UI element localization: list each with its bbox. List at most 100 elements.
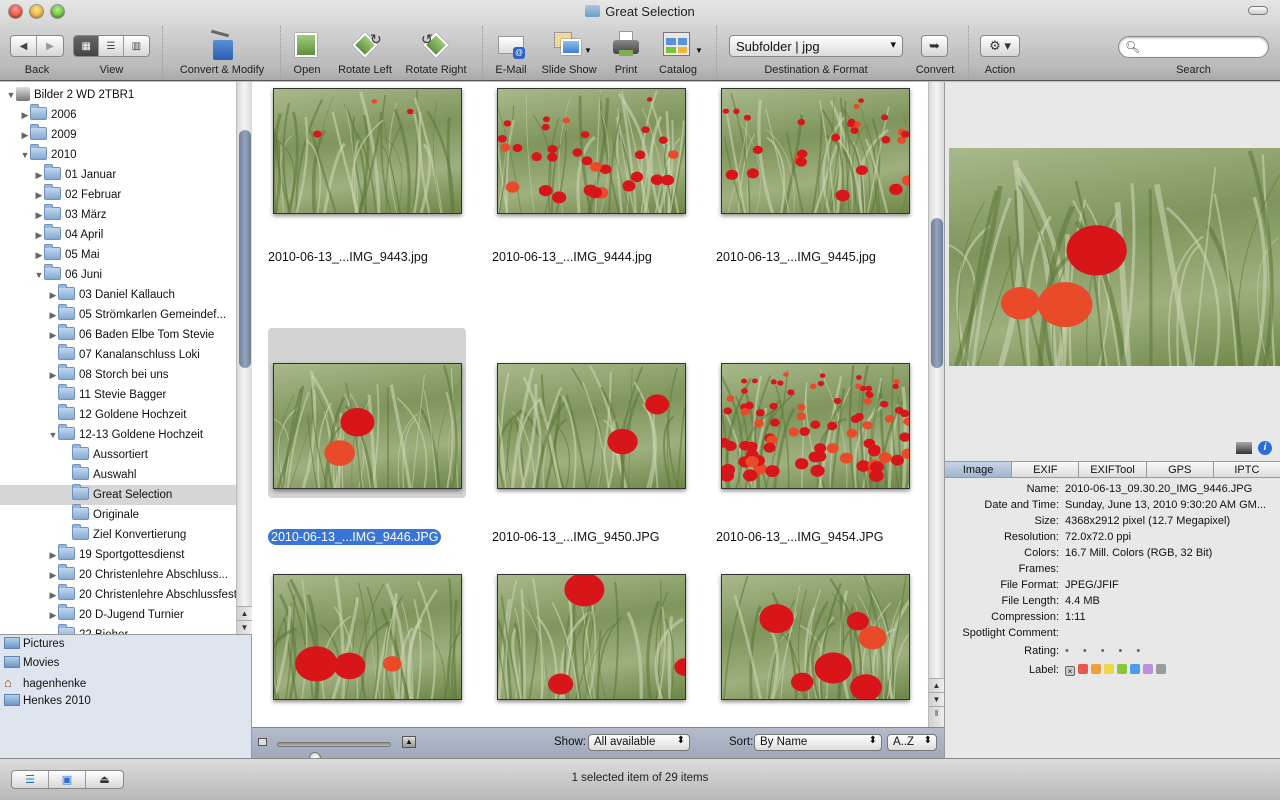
info-tab[interactable]: EXIFTool — [1079, 462, 1147, 477]
thumbnail-item[interactable]: 2010-06-13_...IMG_9454.JPG — [716, 328, 914, 544]
thumbnail-item[interactable] — [492, 574, 690, 727]
disclosure-triangle-icon[interactable]: ▼ — [20, 145, 30, 165]
tree-item[interactable]: 07 Kanalanschluss Loki — [0, 344, 251, 365]
view-list-button[interactable]: ☰ — [99, 36, 124, 56]
thumbnail-filename[interactable]: 2010-06-13_...IMG_9444.jpg — [492, 250, 712, 264]
thumbnail-image[interactable] — [721, 574, 910, 700]
tree-item[interactable]: Originale — [0, 504, 251, 525]
place-item[interactable]: Movies — [0, 654, 251, 673]
show-select[interactable]: All available — [588, 734, 690, 751]
disclosure-triangle-icon[interactable]: ▶ — [48, 605, 58, 625]
tree-item[interactable]: ▼ 06 Juni — [0, 264, 251, 285]
info-tab[interactable]: GPS — [1147, 462, 1214, 477]
tree-item[interactable]: Aussortiert — [0, 444, 251, 465]
tree-item[interactable]: ▶ 06 Baden Elbe Tom Stevie — [0, 324, 251, 345]
scroll-up-arrow[interactable]: ▲ — [237, 606, 252, 620]
tree-item[interactable]: 22 Bieher — [0, 624, 251, 634]
tree-item[interactable]: Great Selection — [0, 484, 251, 505]
tree-item[interactable]: ▼ 2010 — [0, 144, 251, 165]
label-color-swatch[interactable] — [1117, 664, 1127, 674]
open-button[interactable]: Open — [290, 30, 324, 76]
disclosure-triangle-icon[interactable]: ▶ — [20, 125, 30, 145]
place-item[interactable]: Henkes 2010 — [0, 692, 251, 711]
thumbnail-item[interactable] — [268, 574, 466, 727]
tree-item[interactable]: ▶ 02 Februar — [0, 184, 251, 205]
thumbnail-item[interactable]: 2010-06-13_...IMG_9445.jpg — [716, 82, 914, 264]
split-handle[interactable]: ‖ — [929, 706, 944, 727]
disclosure-triangle-icon[interactable]: ▶ — [48, 305, 58, 325]
tree-item[interactable]: ▶ 05 Mai — [0, 244, 251, 265]
thumbnail-image[interactable] — [497, 574, 686, 700]
tree-item[interactable]: ▶ 03 Daniel Kallauch — [0, 284, 251, 305]
forward-button[interactable]: ▶ — [37, 36, 63, 56]
thumbnail-item[interactable]: 2010-06-13_...IMG_9446.JPG — [268, 328, 466, 545]
toolbar-toggle-button[interactable] — [1248, 6, 1268, 15]
disclosure-triangle-icon[interactable]: ▶ — [48, 365, 58, 385]
label-color-swatch[interactable] — [1104, 664, 1114, 674]
disclosure-triangle-icon[interactable]: ▶ — [34, 225, 44, 245]
thumbnail-image[interactable] — [497, 363, 686, 489]
thumbnail-image[interactable] — [273, 574, 462, 700]
disclosure-triangle-icon[interactable]: ▶ — [34, 245, 44, 265]
tree-item[interactable]: ▶ 01 Januar — [0, 164, 251, 185]
back-button[interactable]: ◀ — [11, 36, 38, 56]
grid-scrollbar-thumb[interactable] — [931, 218, 943, 368]
tree-item[interactable]: ▼ 12-13 Goldene Hochzeit — [0, 424, 251, 445]
tree-item[interactable]: ▶ 20 Christenlehre Abschluss... — [0, 564, 251, 585]
disclosure-triangle-icon[interactable]: ▶ — [48, 285, 58, 305]
rotate-right-button[interactable]: ↺ Rotate Right — [405, 30, 466, 76]
sort-select[interactable]: By Name — [754, 734, 882, 751]
tree-item[interactable]: 12 Goldene Hochzeit — [0, 404, 251, 425]
catalog-button[interactable]: ▼ Catalog — [659, 30, 703, 76]
print-button[interactable]: Print — [610, 30, 642, 76]
label-color-swatch[interactable] — [1130, 664, 1140, 674]
info-icon[interactable]: i — [1258, 441, 1272, 455]
tree-item[interactable]: ▶ 03 März — [0, 204, 251, 225]
thumbnail-image[interactable] — [497, 88, 686, 214]
thumbnail-filename[interactable]: 2010-06-13_...IMG_9445.jpg — [716, 250, 928, 264]
destination-format-popup[interactable]: Subfolder | jpg — [729, 35, 903, 57]
thumbnail-size-slider[interactable] — [277, 742, 391, 764]
tree-item[interactable]: ▶ 04 April — [0, 224, 251, 245]
histogram-icon[interactable] — [1236, 442, 1252, 454]
disclosure-triangle-icon[interactable]: ▶ — [34, 205, 44, 225]
thumbnail-item[interactable]: 2010-06-13_...IMG_9444.jpg — [492, 82, 690, 264]
place-item[interactable]: ⌂ hagenhenke — [0, 673, 251, 692]
convert-button[interactable]: ➥ Convert — [916, 30, 954, 76]
label-color-swatch[interactable] — [1156, 664, 1166, 674]
scroll-down-arrow[interactable]: ▼ — [929, 692, 944, 706]
scroll-down-arrow[interactable]: ▼ — [237, 620, 252, 634]
info-tab[interactable]: IPTC — [1214, 462, 1280, 477]
thumbnail-image[interactable] — [273, 88, 462, 214]
action-button[interactable]: ⚙ ▾ Action — [980, 30, 1020, 76]
thumbnail-image[interactable] — [721, 88, 910, 214]
tree-item[interactable]: ▶ 08 Storch bei uns — [0, 364, 251, 385]
slideshow-button[interactable]: ▼ Slide Show — [541, 30, 597, 76]
sort-order-select[interactable]: A..Z — [887, 734, 937, 751]
rotate-left-button[interactable]: ↻ Rotate Left — [338, 30, 392, 76]
tree-item[interactable]: ▶ 2006 — [0, 104, 251, 125]
label-color-swatch[interactable] — [1091, 664, 1101, 674]
disclosure-triangle-icon[interactable]: ▼ — [48, 425, 58, 445]
email-button[interactable]: @ E-Mail — [494, 30, 528, 76]
thumbnail-filename[interactable]: 2010-06-13_...IMG_9446.JPG — [268, 529, 488, 545]
thumbnail-image[interactable] — [721, 363, 910, 489]
disclosure-triangle-icon[interactable]: ▶ — [48, 545, 58, 565]
tree-item[interactable]: ▶ 19 Sportgottesdienst — [0, 544, 251, 565]
tree-item[interactable]: 11 Stevie Bagger — [0, 384, 251, 405]
tree-item[interactable]: ▶ 05 Strömkarlen Gemeindef... — [0, 304, 251, 325]
tree-item[interactable]: ▶ 20 D-Jugend Turnier — [0, 604, 251, 625]
disclosure-triangle-icon[interactable]: ▶ — [48, 565, 58, 585]
thumbnail-filename[interactable]: 2010-06-13_...IMG_9454.JPG — [716, 530, 928, 544]
disclosure-triangle-icon[interactable]: ▶ — [20, 105, 30, 125]
disclosure-triangle-icon[interactable]: ▶ — [48, 325, 58, 345]
info-tab[interactable]: Image — [945, 462, 1013, 477]
sidebar-scrollbar[interactable]: ▲ ▼ — [236, 82, 252, 634]
thumbnail-item[interactable]: 2010-06-13_...IMG_9450.JPG — [492, 328, 690, 544]
tree-item[interactable]: Ziel Konvertierung — [0, 524, 251, 545]
grid-scrollbar[interactable]: ▲ ▼ ‖ — [928, 82, 944, 727]
info-tab[interactable]: EXIF — [1012, 462, 1080, 477]
tree-item[interactable]: ▶ 20 Christenlehre Abschlussfest — [0, 584, 251, 605]
disclosure-triangle-icon[interactable]: ▶ — [34, 165, 44, 185]
sidebar-scrollbar-thumb[interactable] — [239, 130, 251, 368]
